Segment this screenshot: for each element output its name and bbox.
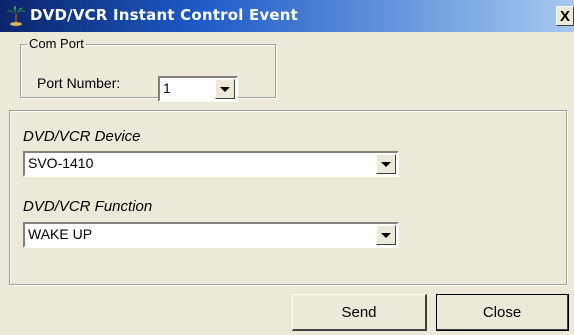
function-value: WAKE UP [28,226,93,242]
function-select[interactable]: WAKE UP [23,222,399,248]
chevron-down-icon [381,161,391,167]
function-label: DVD/VCR Function [23,198,153,215]
window-title: DVD/VCR Instant Control Event [30,6,299,24]
dialog-window: DVD/VCR Instant Control Event X Com Port… [0,0,574,335]
com-port-legend: Com Port [29,36,84,51]
function-dropdown-button[interactable] [376,225,396,245]
device-label: DVD/VCR Device [23,128,141,145]
port-number-value: 1 [163,80,171,96]
port-number-select[interactable]: 1 [158,76,238,102]
device-dropdown-button[interactable] [376,154,396,174]
chevron-down-icon [381,232,391,238]
port-number-label: Port Number: [37,75,121,91]
device-select[interactable]: SVO-1410 [23,151,399,177]
close-icon: X [559,7,570,25]
device-function-group: DVD/VCR Device SVO-1410 DVD/VCR Function… [9,110,567,285]
title-bar[interactable]: DVD/VCR Instant Control Event X [0,0,574,32]
window-close-button[interactable]: X [556,6,574,26]
com-port-group: Com Port Port Number: 1 [20,36,276,102]
device-value: SVO-1410 [28,155,94,171]
close-button[interactable]: Close [436,294,569,331]
send-button[interactable]: Send [292,294,427,331]
palm-tree-icon [6,6,26,26]
port-number-dropdown-button[interactable] [215,79,235,99]
chevron-down-icon [220,86,230,92]
